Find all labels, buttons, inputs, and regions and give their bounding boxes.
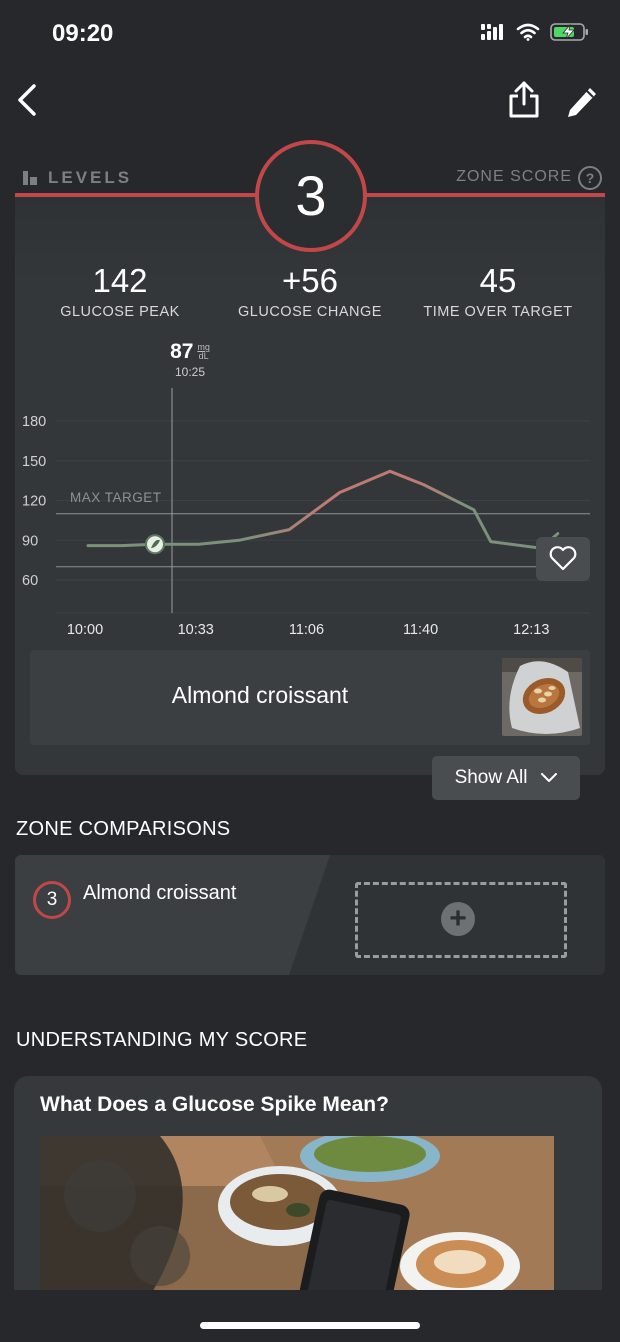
zone-comparisons-title: ZONE COMPARISONS [16,818,231,840]
share-button[interactable] [506,80,542,120]
stat-value: +56 [282,262,338,299]
meal-name: Almond croissant [171,682,349,708]
cursor-readout: 87 mg dL 10:25 [150,340,230,379]
heart-icon [549,546,577,571]
help-icon[interactable]: ? [578,166,602,190]
cellular-icon [481,24,503,40]
time-over-target-stat: 45 TIME OVER TARGET [398,262,598,320]
x-tick-label: 10:00 [67,622,103,638]
battery-charging-icon [550,23,588,41]
y-tick-label: 60 [22,573,38,589]
glucose-chart[interactable]: 180 150 120 90 60 MAX TARGET 10:00 10:33 11:06 11… [0,380,620,650]
meal-photo[interactable] [502,658,582,736]
zone-score-label: ZONE SCORE [456,168,572,185]
readout-time: 10:25 [174,365,206,379]
x-tick-label: 11:06 [289,622,324,638]
y-tick-label: 90 [22,533,38,549]
edit-button[interactable] [562,80,600,120]
brand-name: LEVELS [48,168,133,187]
max-target-label: MAX TARGET [70,490,162,505]
status-icons [480,22,590,42]
x-tick-label: 11:40 [403,622,438,638]
x-tick-label: 10:33 [178,622,214,638]
stat-value: 142 [92,262,148,299]
readout-value: 87 [170,340,194,363]
x-tick-label: 12:13 [513,622,549,638]
show-all-button[interactable]: Show All [432,756,580,800]
glucose-change-stat: +56 GLUCOSE CHANGE [210,262,410,320]
stat-label: GLUCOSE CHANGE [238,304,382,320]
article-image[interactable] [40,1136,554,1296]
article-title: What Does a Glucose Spike Mean? [40,1093,389,1116]
y-tick-label: 150 [22,454,46,470]
y-tick-label: 120 [22,494,46,510]
readout-unit: mg dL [197,342,210,361]
plus-icon[interactable]: + [441,902,475,936]
back-button[interactable] [12,82,48,118]
wifi-icon [516,23,540,41]
y-tick-label: 180 [22,414,46,430]
bottom-safe-area [0,1290,620,1342]
zone-score-circle: 3 [255,140,367,252]
levels-logo: LEVELS [22,168,132,188]
levels-logo-icon [23,171,37,185]
stat-label: TIME OVER TARGET [423,304,573,320]
favorite-button[interactable] [536,537,590,581]
stat-label: GLUCOSE PEAK [60,304,180,320]
stat-value: 45 [479,262,517,299]
zone-score-badge: 3 [33,881,71,919]
chevron-down-icon [541,773,558,782]
show-all-label: Show All [454,767,528,788]
understanding-title: UNDERSTANDING MY SCORE [16,1029,308,1051]
status-time: 09:20 [52,20,114,47]
zone-item-name: Almond croissant [83,882,237,904]
glucose-peak-stat: 142 GLUCOSE PEAK [20,262,220,320]
home-indicator[interactable] [200,1322,420,1329]
